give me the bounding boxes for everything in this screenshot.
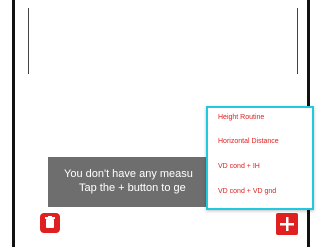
menu-item-vd-cond-ih[interactable]: VD cond + IH: [218, 163, 260, 177]
add-measurement-button[interactable]: [276, 213, 298, 235]
delete-button[interactable]: [40, 213, 60, 233]
empty-state-toast: You don't have any measu Tap the + butto…: [48, 157, 223, 207]
plus-icon: [280, 217, 294, 231]
measurement-type-menu: Height Routine Horizontal Distance VD co…: [206, 106, 314, 210]
trash-icon: [45, 216, 55, 228]
measurement-list-area: [28, 8, 298, 74]
menu-item-height-routine[interactable]: Height Routine: [218, 114, 264, 128]
toast-line-1: You don't have any measu: [64, 168, 193, 180]
menu-item-horizontal-distance[interactable]: Horizontal Distance: [218, 138, 279, 152]
toast-line-2: Tap the + button to ge: [79, 182, 186, 194]
menu-item-vd-cond-vd-gnd[interactable]: VD cond + VD gnd: [218, 188, 276, 202]
